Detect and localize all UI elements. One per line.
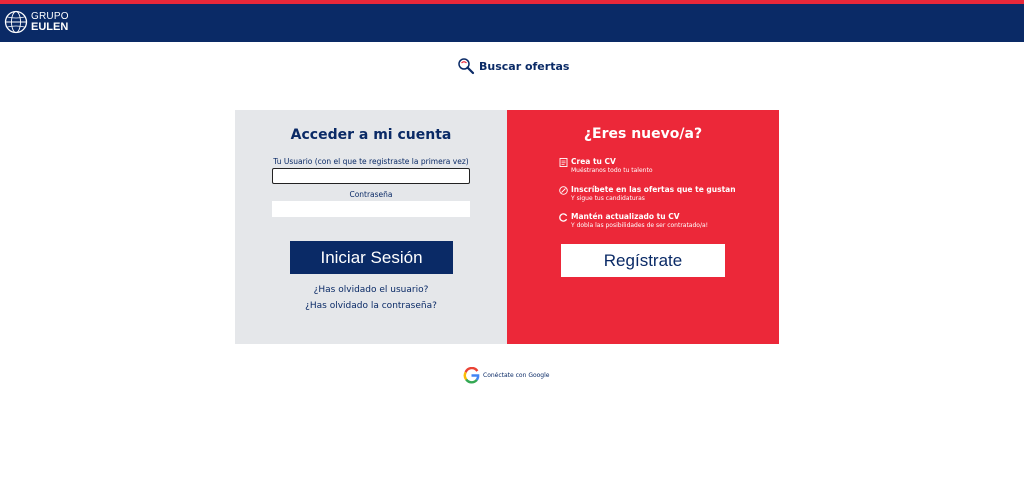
- logo-line-eulen: EULEN: [31, 21, 69, 33]
- forgot-username-link[interactable]: ¿Has olvidado el usuario?: [235, 285, 507, 295]
- benefit-text: Mantén actualizado tu CV Y dobla las pos…: [571, 212, 708, 230]
- document-icon: [559, 158, 568, 167]
- google-signin-label: Conéctate con Google: [483, 372, 550, 379]
- search-offers-link[interactable]: Buscar ofertas: [457, 57, 569, 75]
- benefit-update-cv: Mantén actualizado tu CV Y dobla las pos…: [559, 212, 708, 230]
- benefit-subtitle: Y sigue tus candidaturas: [571, 195, 645, 202]
- login-button[interactable]: Iniciar Sesión: [290, 241, 453, 274]
- benefit-text: Crea tu CV Muéstranos todo tu talento: [571, 157, 653, 175]
- login-title: Acceder a mi cuenta: [290, 127, 452, 143]
- username-input[interactable]: [272, 168, 470, 184]
- google-g-icon: [463, 367, 480, 384]
- globe-seal-icon: [4, 10, 28, 34]
- benefit-subtitle: Y dobla las posibilidades de ser contrat…: [571, 222, 709, 229]
- register-title: ¿Eres nuevo/a?: [583, 126, 703, 142]
- logo-text: GRUPO EULEN: [31, 12, 69, 33]
- password-input[interactable]: [272, 201, 470, 217]
- check-circle-icon: [559, 186, 568, 195]
- password-label: Contraseña: [349, 190, 393, 199]
- search-icon: [458, 58, 475, 75]
- benefit-text: Inscríbete en las ofertas que te gustan …: [571, 185, 736, 203]
- grupo-eulen-logo[interactable]: GRUPO EULEN: [4, 10, 69, 34]
- register-panel: ¿Eres nuevo/a? Crea tu CV Muéstranos tod…: [507, 110, 779, 344]
- refresh-icon: [559, 213, 568, 222]
- benefit-title: Mantén actualizado tu CV: [571, 212, 680, 221]
- benefit-create-cv: Crea tu CV Muéstranos todo tu talento: [559, 157, 653, 175]
- google-signin-link[interactable]: Conéctate con Google: [463, 367, 549, 384]
- username-label: Tu Usuario (con el que te registraste la…: [273, 157, 469, 166]
- search-offers-label: Buscar ofertas: [479, 59, 570, 73]
- benefit-subtitle: Muéstranos todo tu talento: [571, 167, 653, 174]
- forgot-password-link[interactable]: ¿Has olvidado la contraseña?: [235, 301, 507, 311]
- benefit-title: Crea tu CV: [571, 157, 616, 166]
- register-button[interactable]: Regístrate: [561, 244, 725, 277]
- site-header: GRUPO EULEN: [0, 4, 1024, 42]
- benefit-title: Inscríbete en las ofertas que te gustan: [571, 185, 736, 194]
- benefit-apply-offers: Inscríbete en las ofertas que te gustan …: [559, 185, 736, 203]
- login-panel: Acceder a mi cuenta Tu Usuario (con el q…: [235, 110, 507, 344]
